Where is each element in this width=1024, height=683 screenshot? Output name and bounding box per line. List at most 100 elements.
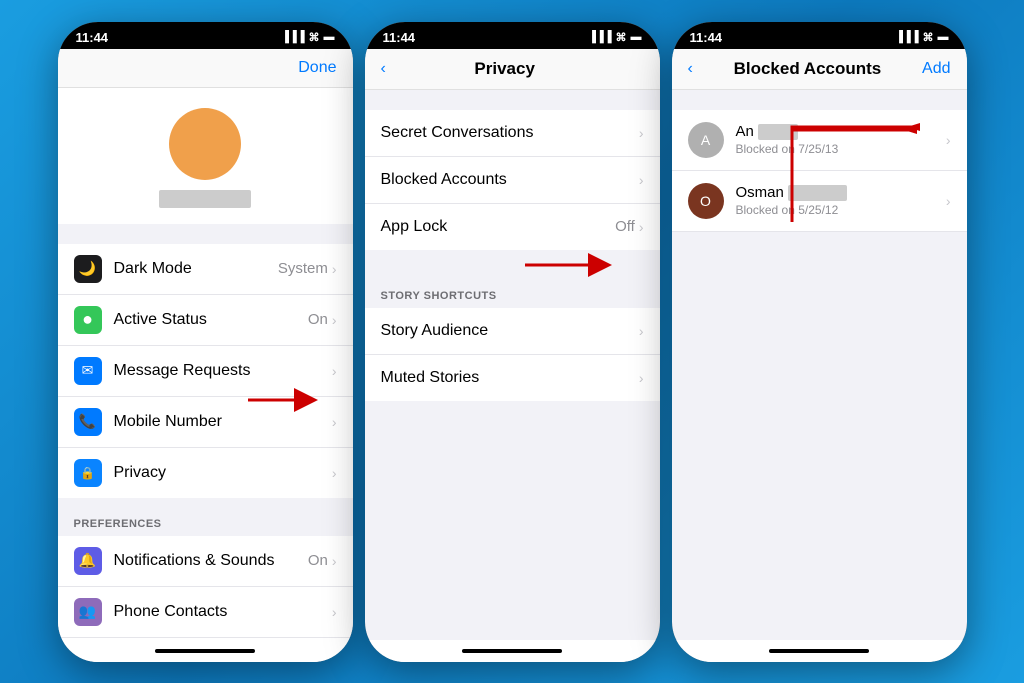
- profile-name: Mae Lander: [159, 190, 251, 208]
- home-indicator-1: [155, 649, 255, 653]
- status-icons-2: ▐▐▐ ⌘ ▬: [588, 31, 641, 44]
- blocked-name-text-1: An: [736, 123, 754, 140]
- phone-2-wrapper: 11:44 ▐▐▐ ⌘ ▬ ‹ Privacy Secret Conversa: [365, 22, 660, 662]
- battery-icon-2: ▬: [631, 31, 642, 43]
- mobile-number-label: Mobile Number: [114, 413, 332, 431]
- phone-1: 11:44 ▐▐▐ ⌘ ▬ Done Mae Lander: [58, 22, 353, 662]
- time-2: 11:44: [383, 30, 416, 45]
- time-1: 11:44: [76, 30, 109, 45]
- active-status-value: On: [308, 311, 328, 328]
- app-lock-value: Off: [615, 218, 635, 235]
- blocked-date-2: Blocked on 5/25/12: [736, 203, 946, 217]
- battery-icon-3: ▬: [938, 31, 949, 43]
- chevron-icon: ›: [639, 370, 644, 386]
- message-requests-label: Message Requests: [114, 362, 332, 380]
- blocked-accounts-item[interactable]: Blocked Accounts ›: [365, 157, 660, 204]
- dark-mode-item[interactable]: 🌙 Dark Mode System ›: [58, 244, 353, 295]
- home-bar-1: [58, 640, 353, 662]
- privacy-item[interactable]: 🔒 Privacy ›: [58, 448, 353, 498]
- chevron-icon: ›: [946, 132, 951, 148]
- scroll-1[interactable]: Mae Lander 🌙 Dark Mode System › ● Active…: [58, 88, 353, 640]
- active-status-label: Active Status: [114, 311, 308, 329]
- phone-3-wrapper: 11:44 ▐▐▐ ⌘ ▬ ‹ Blocked Accounts Add A: [672, 22, 967, 662]
- home-indicator-2: [462, 649, 562, 653]
- chevron-icon: ›: [639, 125, 644, 141]
- home-bar-2: [365, 640, 660, 662]
- name-redact-1: ████: [758, 124, 798, 140]
- notifications-label: Notifications & Sounds: [114, 552, 308, 570]
- home-bar-3: [672, 640, 967, 662]
- active-status-icon: ●: [74, 306, 102, 334]
- story-item[interactable]: ◻ Story ›: [58, 638, 353, 640]
- mobile-number-item[interactable]: 📞 Mobile Number ›: [58, 397, 353, 448]
- phone-contacts-item[interactable]: 👥 Phone Contacts ›: [58, 587, 353, 638]
- wifi-icon-3: ⌘: [923, 31, 934, 44]
- story-audience-item[interactable]: Story Audience ›: [365, 308, 660, 355]
- chevron-icon: ›: [332, 414, 337, 430]
- name-redact-2: ██████: [788, 185, 848, 201]
- add-button[interactable]: Add: [922, 60, 950, 78]
- wifi-icon: ⌘: [309, 31, 320, 44]
- message-requests-icon: ✉: [74, 357, 102, 385]
- notifications-item[interactable]: 🔔 Notifications & Sounds On ›: [58, 536, 353, 587]
- blocked-accounts-label: Blocked Accounts: [381, 171, 639, 189]
- profile-name-text: Mae Lander: [159, 190, 251, 208]
- preferences-header: PREFERENCES: [58, 518, 353, 536]
- blocked-avatar-2: O: [688, 183, 724, 219]
- blocked-name-2: Osman ██████: [736, 184, 946, 201]
- blocked-info-2: Osman ██████ Blocked on 5/25/12: [736, 184, 946, 217]
- privacy-title: Privacy: [386, 59, 624, 79]
- story-shortcuts-header: STORY SHORTCUTS: [365, 290, 660, 308]
- blocked-item-2[interactable]: O Osman ██████ Blocked on 5/25/12 ›: [672, 171, 967, 232]
- phone-contacts-label: Phone Contacts: [114, 603, 332, 621]
- chevron-icon: ›: [946, 193, 951, 209]
- nav-bar-1: Done: [58, 49, 353, 88]
- muted-stories-label: Muted Stories: [381, 369, 639, 387]
- mobile-number-icon: 📞: [74, 408, 102, 436]
- signal-icon-2: ▐▐▐: [588, 31, 611, 43]
- wifi-icon-2: ⌘: [616, 31, 627, 44]
- signal-icon-3: ▐▐▐: [895, 31, 918, 43]
- chevron-icon: ›: [639, 172, 644, 188]
- done-button[interactable]: Done: [298, 59, 336, 77]
- dark-mode-icon: 🌙: [74, 255, 102, 283]
- story-audience-label: Story Audience: [381, 322, 639, 340]
- privacy-main-section: Secret Conversations › Blocked Accounts …: [365, 110, 660, 250]
- chevron-icon: ›: [332, 261, 337, 277]
- secret-conversations-label: Secret Conversations: [381, 124, 639, 142]
- blocked-list: A An ████ Blocked on 7/25/13 › O: [672, 110, 967, 232]
- nav-bar-3: ‹ Blocked Accounts Add: [672, 49, 967, 90]
- scroll-3[interactable]: A An ████ Blocked on 7/25/13 › O: [672, 90, 967, 640]
- blocked-accounts-title: Blocked Accounts: [693, 59, 922, 79]
- dark-mode-value: System: [278, 260, 328, 277]
- status-icons-1: ▐▐▐ ⌘ ▬: [281, 31, 334, 44]
- phone-2: 11:44 ▐▐▐ ⌘ ▬ ‹ Privacy Secret Conversa: [365, 22, 660, 662]
- message-requests-item[interactable]: ✉ Message Requests ›: [58, 346, 353, 397]
- blocked-avatar-1: A: [688, 122, 724, 158]
- time-3: 11:44: [690, 30, 723, 45]
- status-icons-3: ▐▐▐ ⌘ ▬: [895, 31, 948, 44]
- blocked-info-1: An ████ Blocked on 7/25/13: [736, 123, 946, 156]
- status-bar-1: 11:44 ▐▐▐ ⌘ ▬: [58, 22, 353, 49]
- muted-stories-item[interactable]: Muted Stories ›: [365, 355, 660, 401]
- blocked-name-text-2: Osman: [736, 184, 784, 201]
- app-lock-item[interactable]: App Lock Off ›: [365, 204, 660, 250]
- blocked-date-1: Blocked on 7/25/13: [736, 142, 946, 156]
- scroll-2[interactable]: Secret Conversations › Blocked Accounts …: [365, 90, 660, 640]
- blocked-name-1: An ████: [736, 123, 946, 140]
- privacy-icon: 🔒: [74, 459, 102, 487]
- status-bar-3: 11:44 ▐▐▐ ⌘ ▬: [672, 22, 967, 49]
- chevron-icon: ›: [639, 219, 644, 235]
- preferences-menu: 🔔 Notifications & Sounds On › 👥 Phone Co…: [58, 536, 353, 640]
- blocked-item-1[interactable]: A An ████ Blocked on 7/25/13 ›: [672, 110, 967, 171]
- signal-icon: ▐▐▐: [281, 31, 304, 43]
- phone-contacts-icon: 👥: [74, 598, 102, 626]
- active-status-item[interactable]: ● Active Status On ›: [58, 295, 353, 346]
- chevron-icon: ›: [332, 604, 337, 620]
- status-bar-2: 11:44 ▐▐▐ ⌘ ▬: [365, 22, 660, 49]
- secret-conversations-item[interactable]: Secret Conversations ›: [365, 110, 660, 157]
- phone-3: 11:44 ▐▐▐ ⌘ ▬ ‹ Blocked Accounts Add A: [672, 22, 967, 662]
- main-menu: 🌙 Dark Mode System › ● Active Status On …: [58, 244, 353, 498]
- privacy-label: Privacy: [114, 464, 332, 482]
- phone-1-wrapper: 11:44 ▐▐▐ ⌘ ▬ Done Mae Lander: [58, 22, 353, 662]
